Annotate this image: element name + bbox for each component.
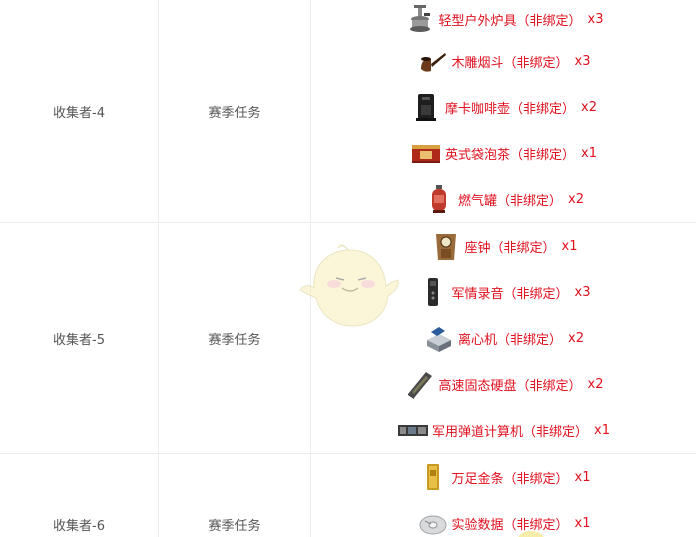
mantel-clock-icon xyxy=(430,230,462,262)
task-name: 收集者-4 xyxy=(53,105,105,121)
reward-item: 英式袋泡茶（非绑定） x1 xyxy=(311,130,696,176)
rewards-cell: 轻型户外炉具（非绑定） x3 木雕烟斗（非绑定） x3 摩卡咖啡壶（非绑定） x… xyxy=(310,0,696,223)
task-name-cell: 收集者-5 xyxy=(0,222,159,454)
reward-item: 万足金条（非绑定） x1 xyxy=(311,454,696,500)
reward-name: 高速固态硬盘（非绑定） xyxy=(438,378,582,394)
reward-name: 木雕烟斗（非绑定） xyxy=(451,55,569,71)
reward-name: 实验数据（非绑定） xyxy=(451,517,569,533)
reward-qty: x2 xyxy=(568,330,584,346)
reward-qty: x2 xyxy=(568,191,584,207)
task-type: 赛季任务 xyxy=(208,519,261,534)
reward-name: 万足金条（非绑定） xyxy=(451,471,569,487)
task-type-cell: 赛季任务 xyxy=(158,0,311,223)
pipe-icon xyxy=(417,45,449,77)
reward-name: 燃气罐（非绑定） xyxy=(458,193,563,209)
tea-box-icon xyxy=(410,137,442,169)
task-type: 赛季任务 xyxy=(208,105,261,121)
reward-item: 摩卡咖啡壶（非绑定） x2 xyxy=(311,84,696,130)
task-type-cell: 赛季任务 xyxy=(158,453,311,537)
reward-qty: x3 xyxy=(587,11,604,27)
ballistic-computer-icon xyxy=(397,414,429,446)
reward-qty: x3 xyxy=(574,284,591,300)
reward-qty: x1 xyxy=(561,238,578,254)
reward-name: 离心机（非绑定） xyxy=(458,332,563,348)
table-row: 收集者-5 赛季任务 座钟（非绑定） x1 军情录音（非绑定） x3 离心机（非… xyxy=(0,222,696,454)
voice-recorder-icon xyxy=(417,276,449,308)
reward-name: 摩卡咖啡壶（非绑定） xyxy=(445,101,576,117)
reward-qty: x1 xyxy=(574,469,591,485)
reward-item: 高速固态硬盘（非绑定） x2 xyxy=(311,361,696,407)
table-row: 收集者-6 赛季任务 万足金条（非绑定） x1 实验数据（非绑定） x1 xyxy=(0,453,696,537)
reward-qty: x1 xyxy=(581,145,597,161)
task-name-cell: 收集者-4 xyxy=(0,0,159,223)
task-name: 收集者-6 xyxy=(53,519,105,534)
task-table: 收集者-4 赛季任务 轻型户外炉具（非绑定） x3 木雕烟斗（非绑定） x3 摩… xyxy=(0,0,696,537)
reward-item: 军用弹道计算机（非绑定） x1 xyxy=(311,407,696,453)
task-name: 收集者-5 xyxy=(53,332,105,348)
reward-item: 轻型户外炉具（非绑定） x3 xyxy=(311,0,696,38)
camping-stove-icon xyxy=(404,3,436,35)
reward-item: 军情录音（非绑定） x3 xyxy=(311,269,696,315)
rewards-cell: 座钟（非绑定） x1 军情录音（非绑定） x3 离心机（非绑定） x2 高速固态… xyxy=(310,222,696,454)
gold-bar-icon xyxy=(417,461,449,493)
reward-item: 离心机（非绑定） x2 xyxy=(311,315,696,361)
reward-qty: x3 xyxy=(574,53,591,69)
gas-tank-icon xyxy=(423,183,455,215)
ssd-icon xyxy=(404,368,436,400)
reward-item: 燃气罐（非绑定） x2 xyxy=(311,176,696,222)
reward-item: 木雕烟斗（非绑定） x3 xyxy=(311,38,696,84)
reward-item: 实验数据（非绑定） x1 xyxy=(311,500,696,537)
table-row: 收集者-4 赛季任务 轻型户外炉具（非绑定） x3 木雕烟斗（非绑定） x3 摩… xyxy=(0,0,696,223)
reward-qty: x1 xyxy=(574,515,591,531)
task-type: 赛季任务 xyxy=(208,332,261,348)
reward-name: 轻型户外炉具（非绑定） xyxy=(438,13,582,29)
reward-name: 军情录音（非绑定） xyxy=(451,286,569,302)
data-disc-icon xyxy=(417,507,449,537)
reward-qty: x1 xyxy=(594,422,610,438)
reward-name: 英式袋泡茶（非绑定） xyxy=(445,147,576,163)
reward-qty: x2 xyxy=(587,376,604,392)
coffee-maker-icon xyxy=(410,91,442,123)
task-type-cell: 赛季任务 xyxy=(158,222,311,454)
reward-qty: x2 xyxy=(581,99,597,115)
reward-item: 座钟（非绑定） x1 xyxy=(311,223,696,269)
rewards-cell: 万足金条（非绑定） x1 实验数据（非绑定） x1 xyxy=(310,453,696,537)
task-name-cell: 收集者-6 xyxy=(0,453,159,537)
reward-name: 座钟（非绑定） xyxy=(464,240,556,256)
page: 收集者-4 赛季任务 轻型户外炉具（非绑定） x3 木雕烟斗（非绑定） x3 摩… xyxy=(0,0,696,537)
reward-name: 军用弹道计算机（非绑定） xyxy=(432,424,589,440)
centrifuge-icon xyxy=(423,322,455,354)
